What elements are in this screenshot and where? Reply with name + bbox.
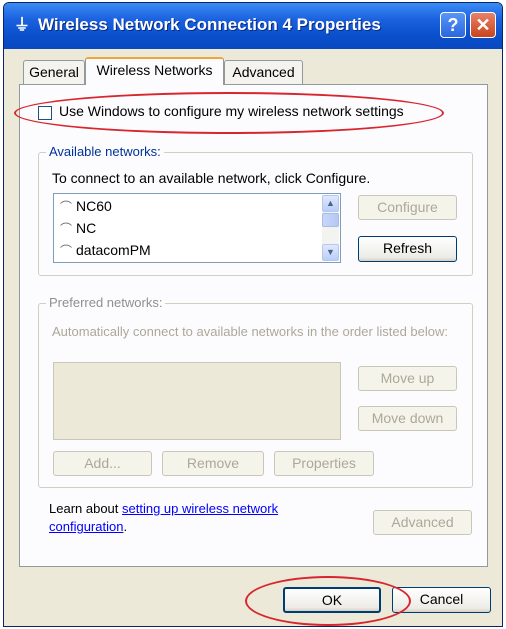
list-item[interactable]: ⌒ datacomPM [60,240,151,260]
preferred-networks-legend: Preferred networks: [46,295,166,310]
move-up-button[interactable]: Move up [358,366,457,391]
preferred-networks-list[interactable] [53,362,341,440]
title-bar[interactable]: ⏚ Wireless Network Connection 4 Properti… [4,3,502,49]
wireless-network-icon: ⌒ [60,222,73,236]
close-icon: ✕ [475,15,491,35]
advanced-button[interactable]: Advanced [373,510,472,535]
ok-button[interactable]: OK [283,587,381,613]
list-scrollbar-thumb[interactable] [322,213,339,227]
list-item[interactable]: ⌒ NC [60,218,96,238]
cancel-button[interactable]: Cancel [392,587,491,613]
use-windows-checkbox-label[interactable]: Use Windows to configure my wireless net… [59,103,404,119]
configure-button[interactable]: Configure [358,195,457,220]
preferred-networks-description: Automatically connect to available netwo… [52,324,448,339]
learn-about-text: Learn about setting up wireless network … [49,501,279,534]
move-down-button[interactable]: Move down [358,406,457,431]
scroll-down-icon[interactable]: ▼ [322,244,339,261]
tab-wireless-networks[interactable]: Wireless Networks [85,57,224,85]
tab-general[interactable]: General [23,60,85,84]
refresh-button[interactable]: Refresh [358,236,457,262]
available-networks-instruction: To connect to an available network, clic… [52,170,371,186]
configuration-link[interactable]: configuration [49,519,123,534]
add-button[interactable]: Add... [53,451,152,476]
setting-up-wireless-link[interactable]: setting up wireless network [122,501,278,516]
network-connection-icon: ⏚ [14,17,31,34]
window-title: Wireless Network Connection 4 Properties [38,15,381,34]
wireless-network-icon: ⌒ [60,200,73,214]
help-button[interactable]: ? [440,12,466,38]
close-button[interactable]: ✕ [470,12,496,38]
list-item[interactable]: ⌒ NC60 [60,196,112,216]
scroll-up-icon[interactable]: ▲ [322,195,339,212]
available-networks-list[interactable]: ⌒ NC60 ⌒ NC ⌒ datacomPM ▲ ▼ [53,193,341,263]
properties-button[interactable]: Properties [274,451,374,476]
available-networks-legend: Available networks: [46,144,164,159]
tab-advanced[interactable]: Advanced [224,60,303,84]
wireless-network-icon: ⌒ [60,244,73,258]
use-windows-checkbox[interactable] [38,106,52,120]
remove-button[interactable]: Remove [162,451,264,476]
